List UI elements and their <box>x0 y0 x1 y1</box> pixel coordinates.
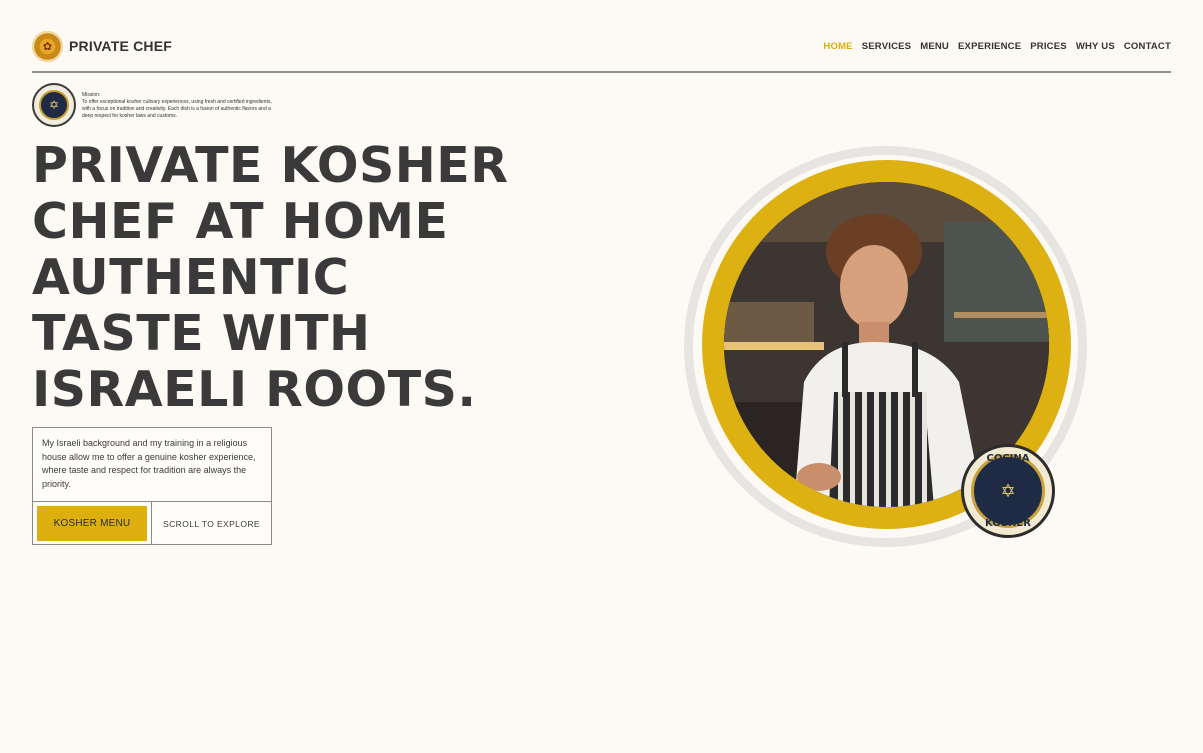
star-of-david-icon: ✡ <box>1000 480 1016 501</box>
cta-buttons: KOSHER MENU SCROLL TO EXPLORE <box>33 502 271 545</box>
badge-word-top: COCINA <box>986 453 1030 464</box>
headline-line: TASTE WITH <box>32 305 371 362</box>
main-nav: HOME SERVICES MENU EXPERIENCE PRICES WHY… <box>823 41 1171 52</box>
mission-body: To offer exceptional kosher culinary exp… <box>82 99 272 119</box>
nav-why-us[interactable]: WHY US <box>1076 41 1115 52</box>
site-header: ✿ PRIVATE CHEF HOME SERVICES MENU EXPERI… <box>32 28 1171 64</box>
nav-services[interactable]: SERVICES <box>862 41 911 52</box>
headline-line: AUTHENTIC <box>32 249 350 306</box>
headline-line: PRIVATE KOSHER <box>32 137 509 194</box>
brand[interactable]: ✿ PRIVATE CHEF <box>32 30 172 62</box>
headline-line: CHEF AT HOME <box>32 193 449 250</box>
badge-word-bottom: KOSHER <box>985 518 1031 529</box>
mission-block: ✡ Mission: To offer exceptional kosher c… <box>32 83 272 127</box>
nav-home[interactable]: HOME <box>823 41 852 52</box>
mission-label: Mission: <box>82 92 101 98</box>
badge-inner: ✡ <box>971 454 1045 528</box>
headline-line: ISRAELI ROOTS. <box>32 361 477 418</box>
hero-headline: PRIVATE KOSHER CHEF AT HOME AUTHENTIC TA… <box>32 138 592 418</box>
cta-left-cell: KOSHER MENU <box>33 502 152 545</box>
brand-name: PRIVATE CHEF <box>69 38 172 54</box>
nav-menu[interactable]: MENU <box>920 41 949 52</box>
nav-prices[interactable]: PRICES <box>1030 41 1067 52</box>
kosher-menu-button[interactable]: KOSHER MENU <box>37 506 147 541</box>
chef-logo-icon: ✿ <box>32 30 63 62</box>
cocina-kosher-badge: ✡ COCINA KOSHER <box>961 444 1055 538</box>
cta-description: My Israeli background and my training in… <box>33 428 271 502</box>
cta-box: My Israeli background and my training in… <box>32 427 272 545</box>
scroll-to-explore-button[interactable]: SCROLL TO EXPLORE <box>152 502 271 545</box>
nav-contact[interactable]: CONTACT <box>1124 41 1171 52</box>
nav-experience[interactable]: EXPERIENCE <box>958 41 1021 52</box>
mission-text: Mission: To offer exceptional kosher cul… <box>82 83 272 127</box>
cocina-kosher-badge-icon: ✡ <box>32 83 76 127</box>
header-divider <box>32 71 1171 73</box>
hero-image-frame: ✡ COCINA KOSHER <box>684 146 1087 547</box>
